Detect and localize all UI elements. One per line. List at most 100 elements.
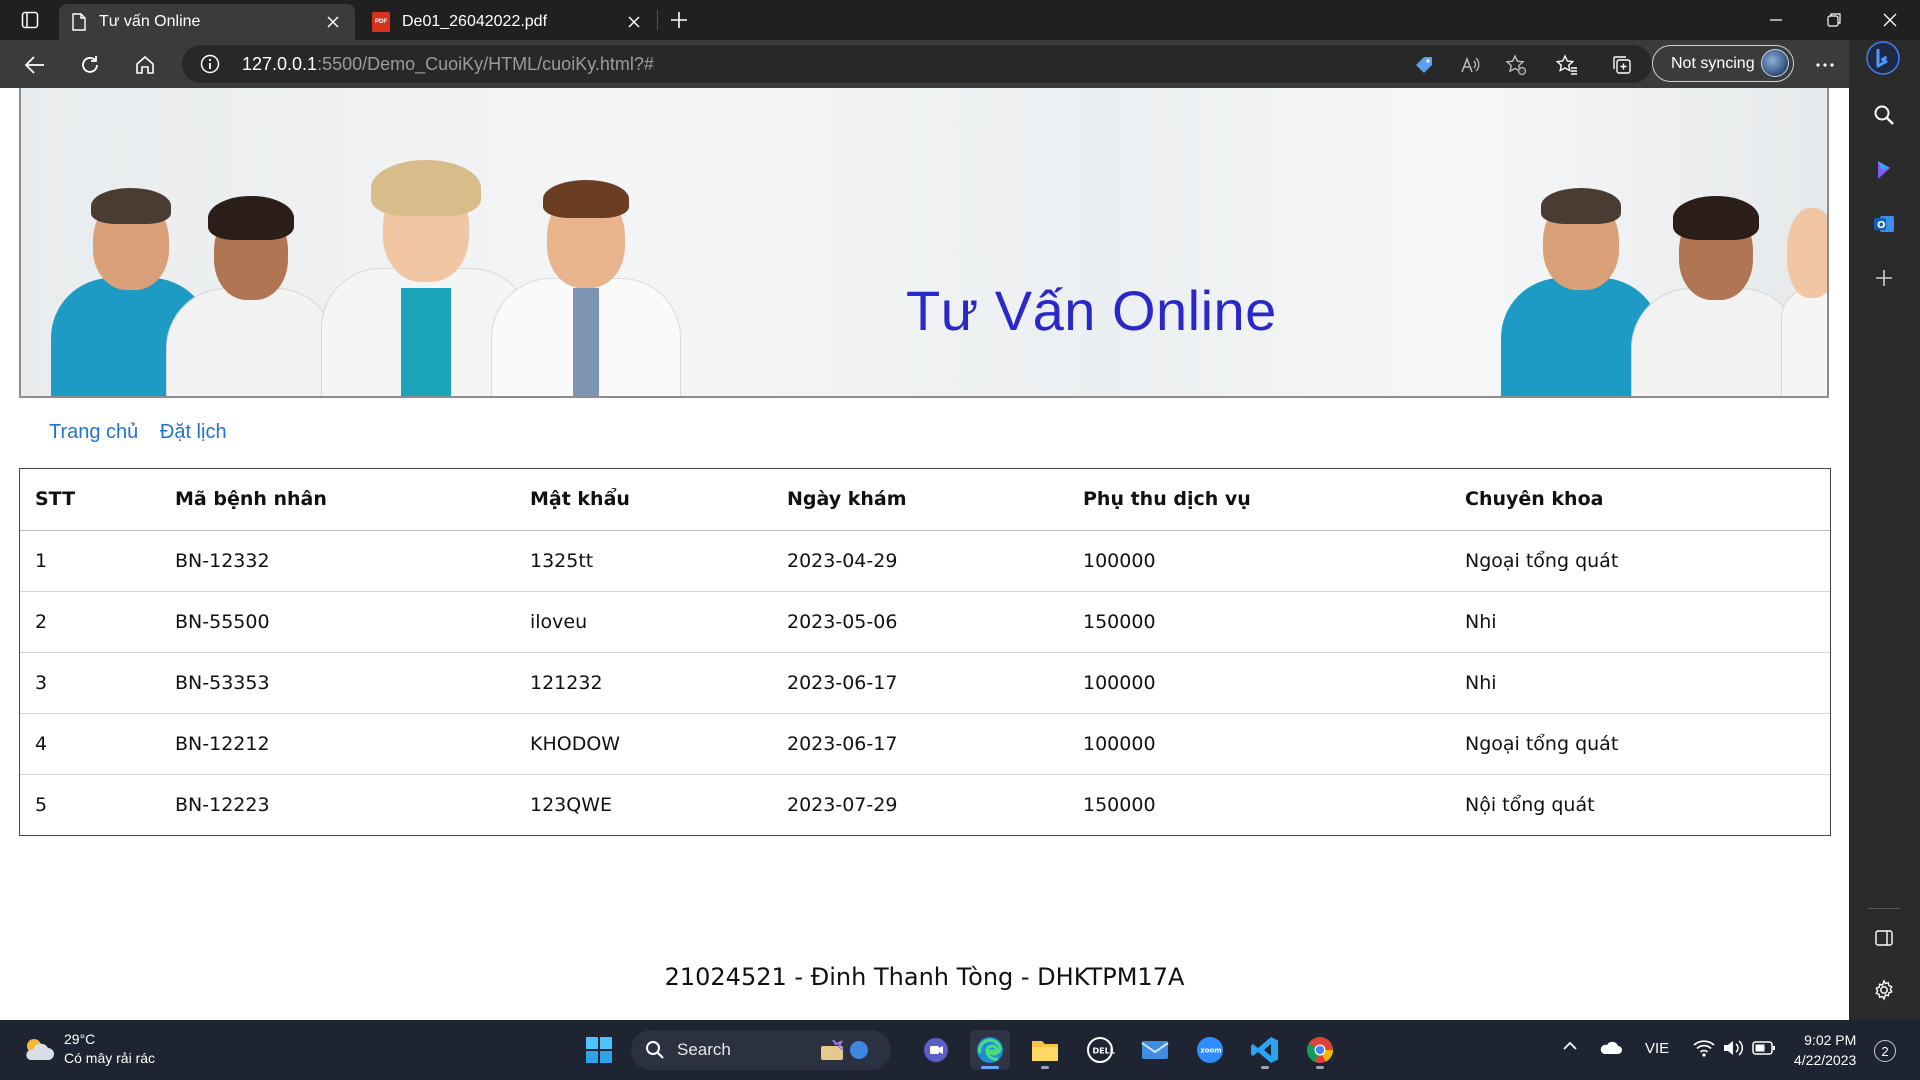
running-indicator (1041, 1066, 1049, 1069)
table-cell: 100000 (1068, 652, 1450, 714)
new-tab-button[interactable] (665, 8, 693, 32)
bing-copilot-icon[interactable] (1865, 40, 1901, 76)
minimize-button[interactable] (1748, 0, 1804, 40)
notification-badge[interactable]: 2 (1874, 1040, 1896, 1062)
add-favorite-icon[interactable] (1504, 53, 1528, 77)
copilot-icon[interactable] (1866, 152, 1902, 188)
tab-tu-van-online[interactable]: Tư vấn Online (59, 4, 355, 40)
dell-app[interactable]: DELL (1080, 1030, 1120, 1070)
restore-button[interactable] (1806, 0, 1862, 40)
pdf-icon: PDF (372, 12, 390, 32)
search-icon[interactable] (1866, 97, 1902, 133)
page-footer: 21024521 - Đinh Thanh Tòng - DHKTPM17A (664, 963, 1185, 991)
main-nav: Trang chủ Đặt lịch (49, 421, 243, 444)
profile-sync-button[interactable]: Not syncing (1652, 45, 1794, 82)
search-icon (646, 1041, 664, 1059)
input-language-indicator[interactable]: VIE (1645, 1040, 1669, 1057)
read-aloud-icon[interactable] (1458, 53, 1482, 77)
active-indicator (981, 1066, 999, 1069)
hide-sidebar-icon[interactable] (1866, 920, 1902, 956)
onedrive-icon[interactable] (1598, 1040, 1622, 1060)
header-banner: Tư Vấn Online (19, 88, 1829, 398)
tab-title: Tư vấn Online (99, 13, 201, 30)
tab-pdf[interactable]: PDF De01_26042022.pdf (360, 4, 656, 40)
coupon-tag-icon[interactable] (1412, 53, 1436, 77)
weather-widget[interactable]: 29°C Có mây rải rác (20, 1030, 155, 1068)
table-cell: 2023-05-06 (772, 591, 1068, 653)
vscode-app[interactable] (1245, 1030, 1285, 1070)
table-cell: 2023-06-17 (772, 652, 1068, 714)
favorites-button[interactable] (1550, 48, 1584, 82)
start-button[interactable] (579, 1030, 619, 1070)
tab-separator (657, 10, 658, 30)
sidebar-divider (1867, 908, 1901, 909)
back-button[interactable] (18, 48, 52, 82)
volume-icon[interactable] (1722, 1039, 1744, 1061)
tab-actions-icon[interactable] (14, 8, 46, 32)
running-indicator (1261, 1066, 1269, 1069)
table-row: 4 BN-12212 KHODOW 2023-06-17 100000 Ngoạ… (20, 713, 1830, 775)
doctor-figure (1631, 178, 1801, 396)
running-indicator (1316, 1066, 1324, 1069)
banner-title: Tư Vấn Online (906, 279, 1277, 342)
system-clock[interactable]: 9:02 PM 4/22/2023 (1794, 1030, 1856, 1070)
sync-label: Not syncing (1671, 54, 1755, 72)
zoom-app[interactable]: zoom (1190, 1030, 1230, 1070)
edge-app[interactable] (970, 1030, 1010, 1070)
doctor-figure (491, 158, 681, 396)
table-row: 1 BN-12332 1325tt 2023-04-29 100000 Ngoạ… (20, 530, 1830, 592)
file-explorer-app[interactable] (1025, 1030, 1065, 1070)
weather-desc: Có mây rải rác (64, 1050, 156, 1066)
table-header-row: STT Mã bệnh nhân Mật khẩu Ngày khám Phụ … (20, 469, 1830, 531)
add-sidebar-app-icon[interactable] (1866, 260, 1902, 296)
url-text[interactable]: 127.0.0.1:5500/Demo_CuoiKy/HTML/cuoiKy.h… (242, 54, 654, 75)
tab-title: De01_26042022.pdf (402, 13, 548, 30)
table-cell: 1 (20, 530, 160, 592)
column-header: Ngày khám (772, 469, 1068, 531)
table-cell: 2 (20, 591, 160, 653)
weather-temp: 29°C (64, 1031, 96, 1047)
teams-chat-app[interactable] (916, 1030, 956, 1070)
table-cell: BN-12212 (160, 713, 515, 775)
patient-table: STT Mã bệnh nhân Mật khẩu Ngày khám Phụ … (20, 469, 1830, 835)
collections-button[interactable] (1605, 48, 1639, 82)
svg-text:zoom: zoom (1201, 1047, 1222, 1055)
close-tab-icon[interactable] (323, 12, 343, 32)
address-bar[interactable]: 127.0.0.1:5500/Demo_CuoiKy/HTML/cuoiKy.h… (182, 45, 1652, 83)
table-cell: KHODOW (515, 713, 772, 775)
column-header: Mã bệnh nhân (160, 469, 515, 531)
url-path: :5500/Demo_CuoiKy/HTML/cuoiKy.html?# (317, 54, 654, 74)
doctor-figure (1781, 178, 1827, 396)
browser-toolbar: 127.0.0.1:5500/Demo_CuoiKy/HTML/cuoiKy.h… (0, 40, 1920, 88)
battery-icon[interactable] (1752, 1040, 1776, 1060)
sidebar-settings-icon[interactable] (1866, 972, 1902, 1008)
close-window-button[interactable] (1862, 0, 1918, 40)
table-cell: 123QWE (530, 793, 613, 816)
table-cell: 2023-06-17 (772, 713, 1068, 775)
search-highlight-icon (821, 1039, 868, 1060)
patient-table-container: STT Mã bệnh nhân Mật khẩu Ngày khám Phụ … (19, 468, 1831, 836)
table-cell: 100000 (1068, 530, 1450, 592)
table-row: 3 BN-53353 121232 2023-06-17 100000 Nhi (20, 652, 1830, 714)
refresh-button[interactable] (73, 48, 107, 82)
search-label: Search (677, 1040, 731, 1059)
nav-link-trang-chu[interactable]: Trang chủ (49, 421, 138, 443)
chrome-app[interactable] (1300, 1030, 1340, 1070)
more-options-button[interactable] (1808, 48, 1842, 82)
show-hidden-icons[interactable] (1562, 1038, 1578, 1055)
table-row: 5 BN-12223 123QWE 2023-07-29 150000 Nội … (20, 774, 1830, 835)
close-tab-icon[interactable] (624, 12, 644, 32)
outlook-icon[interactable]: O (1866, 206, 1902, 242)
mail-app[interactable] (1135, 1030, 1175, 1070)
doctor-figure (166, 178, 336, 396)
home-button[interactable] (128, 48, 162, 82)
column-header: STT (20, 469, 160, 531)
site-info-icon[interactable] (200, 54, 220, 74)
wifi-icon[interactable] (1693, 1039, 1715, 1061)
table-cell: BN-12332 (160, 530, 515, 592)
taskbar-search[interactable]: Search (631, 1030, 891, 1070)
table-cell: 4 (20, 713, 160, 775)
weather-partly-cloudy-icon (26, 1039, 54, 1060)
table-cell: 150000 (1083, 793, 1156, 816)
nav-link-dat-lich[interactable]: Đặt lịch (160, 421, 227, 443)
